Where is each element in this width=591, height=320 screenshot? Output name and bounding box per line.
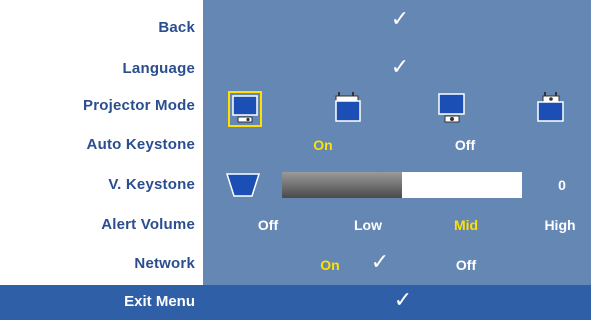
front-projection-desktop-icon[interactable] (228, 91, 262, 132)
auto-keystone-label[interactable]: Auto Keystone (0, 135, 195, 155)
alert-volume-low-option[interactable]: Low (354, 215, 382, 235)
front-projection-ceiling-icon[interactable] (332, 90, 364, 129)
v-keystone-value: 0 (558, 177, 566, 193)
language-label[interactable]: Language (0, 59, 195, 79)
exit-menu-label[interactable]: Exit Menu (0, 292, 195, 312)
network-on-option[interactable]: On (320, 255, 339, 275)
settings-panel (203, 0, 591, 285)
language-check-icon[interactable]: ✓ (391, 57, 409, 79)
back-check-icon[interactable]: ✓ (391, 9, 409, 31)
keystone-trapezoid-icon (225, 173, 261, 202)
rear-projection-desktop-icon[interactable] (436, 91, 468, 132)
v-keystone-slider-fill (282, 172, 402, 198)
alert-volume-off-option[interactable]: Off (258, 215, 278, 235)
auto-keystone-on-option[interactable]: On (313, 135, 332, 155)
network-check-icon[interactable]: ✓ (371, 252, 389, 274)
projector-mode-label[interactable]: Projector Mode (0, 96, 195, 116)
back-label[interactable]: Back (0, 18, 195, 38)
alert-volume-label[interactable]: Alert Volume (0, 215, 195, 235)
network-label[interactable]: Network (0, 254, 195, 274)
rear-projection-ceiling-icon[interactable] (535, 90, 567, 129)
alert-volume-high-option[interactable]: High (544, 215, 575, 235)
v-keystone-label[interactable]: V. Keystone (0, 175, 195, 195)
alert-volume-mid-option[interactable]: Mid (454, 215, 478, 235)
exit-check-icon[interactable]: ✓ (394, 290, 412, 312)
network-off-option[interactable]: Off (456, 255, 476, 275)
auto-keystone-off-option[interactable]: Off (455, 135, 475, 155)
projector-osd-menu: Back Language Projector Mode Auto Keysto… (0, 0, 591, 320)
v-keystone-slider[interactable] (282, 172, 522, 198)
